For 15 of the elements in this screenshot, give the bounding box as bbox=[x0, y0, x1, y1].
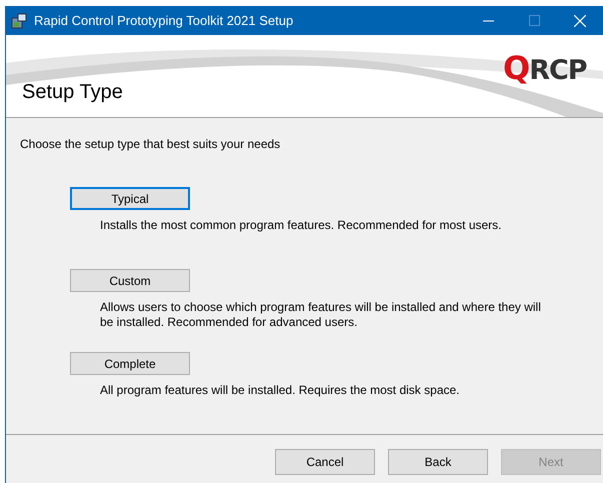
logo-text: RCP bbox=[529, 55, 587, 86]
installer-icon bbox=[10, 12, 28, 30]
option-description: Installs the most common program features. Recommended for most users. bbox=[100, 218, 502, 233]
page-heading: Setup Type bbox=[22, 81, 123, 104]
option-description: All program features will be installed. Requires the most disk space. bbox=[100, 383, 460, 398]
window-title: Rapid Control Prototyping Toolkit 2021 Setup bbox=[34, 13, 294, 28]
setup-type-button[interactable]: Custom bbox=[70, 269, 190, 292]
close-icon[interactable] bbox=[574, 14, 586, 26]
instruction-text: Choose the setup type that best suits your needs bbox=[20, 137, 282, 151]
setup-type-button[interactable]: Complete bbox=[70, 352, 190, 375]
logo-mark: Q bbox=[503, 49, 530, 87]
option-description: Allows users to choose which program features will be installed and where they will be installed. Recommended for advanced users. bbox=[100, 300, 542, 330]
setup-type-button[interactable]: Typical bbox=[70, 187, 190, 210]
dialog-button[interactable]: Back bbox=[388, 449, 488, 475]
dialog-button[interactable]: Cancel bbox=[275, 449, 375, 475]
